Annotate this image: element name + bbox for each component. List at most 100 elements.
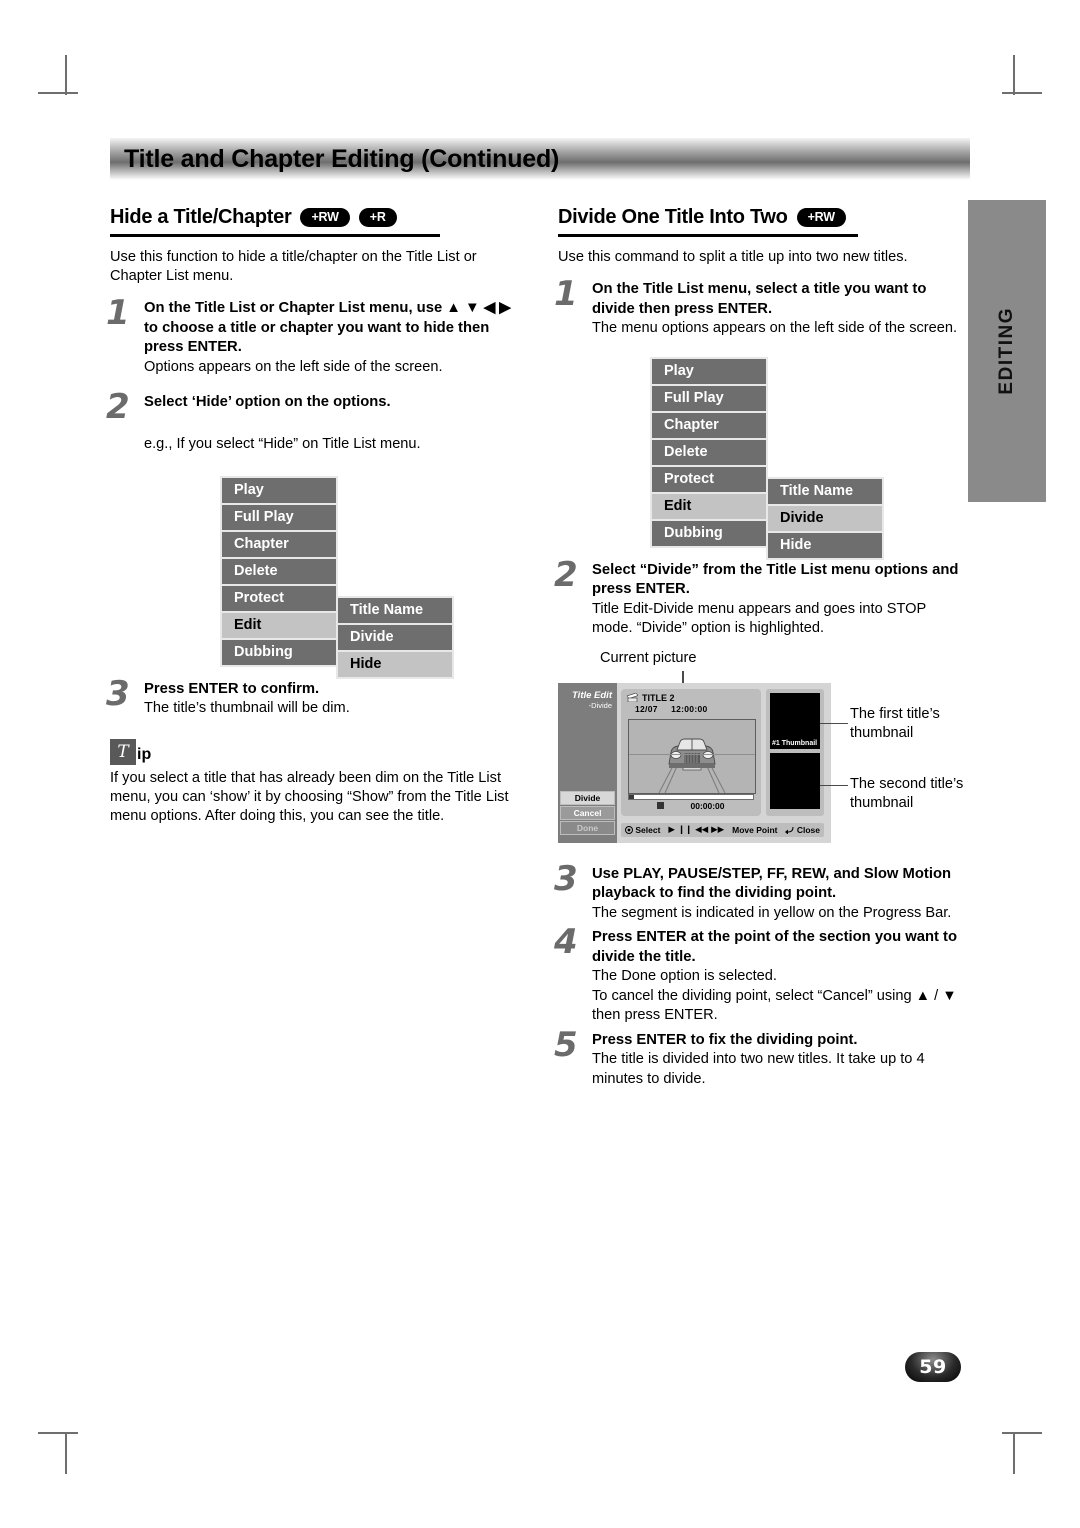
page-title: Title and Chapter Editing (Continued) bbox=[124, 144, 560, 173]
osd-thumbnail-panel: #1 Thumbnail bbox=[766, 688, 824, 816]
submenu-item-hide[interactable]: Hide bbox=[336, 649, 454, 679]
submenu-item-divide[interactable]: Divide bbox=[336, 622, 454, 652]
left-step-2: 2 Select ‘Hide’ option on the options. bbox=[106, 390, 522, 424]
right-step-5-sub: The title is divided into two new titles… bbox=[592, 1051, 925, 1087]
right-step-4-sub2: To cancel the dividing point, select “Ca… bbox=[592, 987, 957, 1024]
osd-thumbnail-first[interactable]: #1 Thumbnail bbox=[770, 692, 820, 749]
page-title-banner: Title and Chapter Editing (Continued) bbox=[110, 138, 970, 180]
enter-circle-icon bbox=[624, 825, 633, 834]
progress-fill bbox=[629, 794, 634, 799]
right-step-1-head: On the Title List menu, select a title y… bbox=[592, 281, 927, 317]
crop-mark-bottom-left-h bbox=[38, 1432, 78, 1434]
right-osd-menu: Play Full Play Chapter Delete Protect Ed… bbox=[558, 355, 970, 561]
submenu-item-hide-2[interactable]: Hide bbox=[766, 530, 884, 560]
menu-item-chapter[interactable]: Chapter bbox=[220, 529, 338, 559]
osd-title-row: TITLE 2 bbox=[621, 689, 761, 703]
left-step-2-number: 2 bbox=[106, 387, 130, 427]
left-step-3-number: 3 bbox=[106, 673, 130, 714]
osd-figure: Current picture Title Edit -Divide Divid… bbox=[558, 649, 970, 849]
section-heading-divide: Divide One Title Into Two +RW bbox=[558, 206, 970, 229]
heading-hide-title-chapter: Hide a Title/Chapter bbox=[110, 206, 292, 228]
osd-toolbar-close[interactable]: Close bbox=[785, 825, 820, 835]
right-step-2-number: 2 bbox=[554, 554, 578, 595]
menu-item-full-play-2[interactable]: Full Play bbox=[650, 383, 768, 413]
right-step-1-number: 1 bbox=[554, 274, 578, 314]
right-step-3-number: 3 bbox=[554, 858, 578, 899]
right-step-1: 1 On the Title List menu, select a title… bbox=[554, 277, 970, 339]
crop-mark-top-right-v bbox=[1013, 55, 1015, 95]
osd-button-divide[interactable]: Divide bbox=[560, 790, 615, 805]
left-menu-sub-column: Title Name Divide Hide bbox=[336, 595, 454, 679]
tip-text: If you select a title that has already b… bbox=[110, 769, 509, 824]
stop-icon bbox=[657, 802, 665, 809]
osd-thumbnail-second[interactable] bbox=[770, 752, 820, 809]
right-step-4: 4 Press ENTER at the point of the sectio… bbox=[554, 925, 970, 1026]
right-step-4-number: 4 bbox=[554, 922, 578, 962]
left-step-3-head: Press ENTER to confirm. bbox=[144, 680, 320, 697]
crop-mark-top-left-h bbox=[38, 92, 78, 94]
osd-panel-subtitle: -Divide bbox=[588, 700, 612, 710]
osd-button-cancel[interactable]: Cancel bbox=[560, 805, 615, 820]
menu-item-dubbing-2[interactable]: Dubbing bbox=[650, 518, 768, 548]
callout-leader-second-thumb bbox=[820, 784, 848, 786]
menu-item-protect[interactable]: Protect bbox=[220, 583, 338, 613]
left-step-2-head: Select ‘Hide’ option on the options. bbox=[144, 394, 391, 410]
menu-item-full-play[interactable]: Full Play bbox=[220, 502, 338, 532]
menu-item-play-2[interactable]: Play bbox=[650, 356, 768, 386]
submenu-item-divide-2[interactable]: Divide bbox=[766, 503, 884, 533]
left-menu-main-column: Play Full Play Chapter Delete Protect Ed… bbox=[220, 475, 338, 667]
return-arrow-icon bbox=[785, 826, 794, 834]
heading-divide-one-title: Divide One Title Into Two bbox=[558, 206, 788, 228]
left-intro-text: Use this function to hide a title/chapte… bbox=[110, 249, 477, 284]
callout-leader-first-thumb bbox=[820, 722, 848, 724]
right-step-4-sub: The Done option is selected. bbox=[592, 968, 777, 984]
osd-video-preview bbox=[628, 718, 756, 794]
tip-header: T ip bbox=[110, 738, 522, 765]
osd-toolbar-select[interactable]: Select bbox=[624, 824, 661, 835]
section-tab-editing: EDITING bbox=[968, 200, 1046, 502]
crop-mark-top-left-v bbox=[65, 55, 67, 95]
right-step-2: 2 Select “Divide” from the Title List me… bbox=[554, 558, 970, 639]
horizon-line bbox=[629, 753, 755, 755]
left-step-3: 3 Press ENTER to confirm. The title’s th… bbox=[106, 677, 522, 719]
osd-counter: 00:00:00 bbox=[690, 800, 725, 811]
callout-first-thumbnail: The first title’s thumbnail bbox=[850, 705, 940, 741]
section-tab-label: EDITING bbox=[996, 307, 1017, 395]
osd-button-done[interactable]: Done bbox=[560, 820, 615, 835]
badge-plus-rw-divide: +RW bbox=[796, 208, 846, 227]
menu-item-dubbing[interactable]: Dubbing bbox=[220, 637, 338, 667]
callout-current-picture: Current picture bbox=[600, 649, 697, 666]
crop-mark-bottom-right-h bbox=[1002, 1432, 1042, 1434]
callout-second-thumbnail: The second title’s thumbnail bbox=[850, 775, 964, 811]
right-step-3: 3 Use PLAY, PAUSE/STEP, FF, REW, and Slo… bbox=[554, 862, 970, 924]
osd-time: 12:00:00 bbox=[671, 703, 708, 714]
menu-item-protect-2[interactable]: Protect bbox=[650, 464, 768, 494]
crop-mark-bottom-left-v bbox=[65, 1434, 67, 1474]
menu-item-edit[interactable]: Edit bbox=[220, 610, 338, 640]
menu-item-chapter-2[interactable]: Chapter bbox=[650, 410, 768, 440]
left-column: Hide a Title/Chapter +RW +R Use this fun… bbox=[106, 206, 522, 1089]
osd-toolbar-move-point[interactable]: Move Point bbox=[732, 825, 777, 835]
submenu-item-title-name-2[interactable]: Title Name bbox=[766, 476, 884, 506]
left-example-text: e.g., If you select “Hide” on Title List… bbox=[144, 435, 421, 452]
left-step-1-number: 1 bbox=[106, 293, 130, 333]
osd-title-label: TITLE 2 bbox=[642, 692, 675, 703]
crop-mark-bottom-right-v bbox=[1013, 1434, 1015, 1474]
osd-thumbnail-first-label: #1 Thumbnail bbox=[772, 739, 818, 747]
menu-item-play[interactable]: Play bbox=[220, 475, 338, 505]
right-step-5-head: Press ENTER to fix the dividing point. bbox=[592, 1031, 858, 1048]
osd-progress-bar[interactable] bbox=[628, 793, 754, 800]
left-step-1-sub: Options appears on the left side of the … bbox=[144, 358, 443, 375]
submenu-item-title-name[interactable]: Title Name bbox=[336, 595, 454, 625]
osd-status-row: 00:00:00 bbox=[628, 801, 754, 811]
osd-select-label: Select bbox=[635, 824, 661, 835]
menu-item-delete[interactable]: Delete bbox=[220, 556, 338, 586]
osd-datetime: 12/07 12:00:00 bbox=[621, 703, 761, 714]
osd-toolbar-transport[interactable]: ▶ ❙❙ ◀◀ ▶▶ bbox=[668, 825, 724, 835]
menu-item-delete-2[interactable]: Delete bbox=[650, 437, 768, 467]
osd-toolbar: Select ▶ ❙❙ ◀◀ ▶▶ Move Point Close bbox=[621, 822, 824, 837]
osd-panel-title: Title Edit bbox=[572, 689, 612, 701]
menu-item-edit-2[interactable]: Edit bbox=[650, 491, 768, 521]
right-step-4-head: Press ENTER at the point of the section … bbox=[592, 929, 958, 965]
right-step-3-head: Use PLAY, PAUSE/STEP, FF, REW, and Slow … bbox=[592, 865, 952, 902]
